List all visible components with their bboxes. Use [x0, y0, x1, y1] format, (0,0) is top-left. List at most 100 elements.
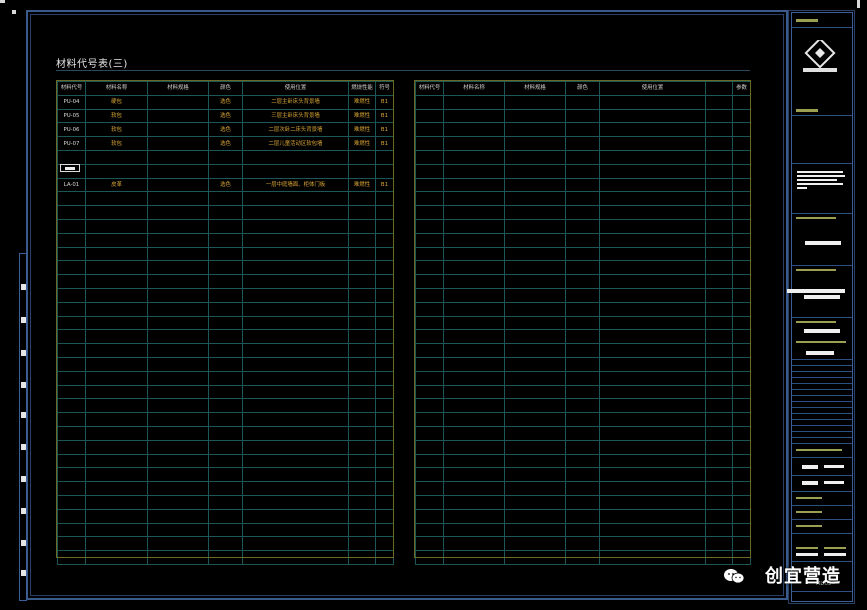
tb-divider	[792, 533, 852, 534]
table-cell: B1	[375, 94, 394, 110]
table-cell	[705, 412, 733, 427]
column-header: 燃烧性能	[348, 81, 376, 96]
table-row	[415, 122, 751, 138]
table-cell	[732, 136, 751, 151]
table-cell	[443, 94, 505, 110]
table-row	[57, 550, 394, 565]
table-cell	[705, 384, 733, 400]
table-row	[415, 356, 751, 372]
table-cell	[85, 384, 148, 400]
column-header: 材料名称	[85, 81, 148, 96]
table-cell	[147, 315, 209, 331]
table-cell	[705, 315, 733, 331]
table-cell	[85, 149, 148, 165]
table-cell	[85, 522, 148, 538]
table-cell	[375, 315, 394, 331]
column-header: 材料代号	[415, 81, 444, 96]
tb-bar	[796, 547, 818, 549]
tb-divider	[792, 265, 852, 266]
table-cell	[732, 398, 751, 414]
table-cell	[242, 260, 349, 276]
table-cell	[415, 191, 444, 207]
tb-divider	[792, 443, 852, 444]
table-cell	[599, 149, 706, 165]
table-cell	[599, 122, 706, 138]
table-cell	[705, 191, 733, 207]
table-cell	[348, 301, 376, 317]
table-cell	[208, 315, 243, 331]
table-cell	[599, 356, 706, 372]
tb-text-block	[824, 553, 846, 556]
table-cell	[85, 329, 148, 345]
table-cell	[57, 301, 86, 317]
column-header: 颜色	[208, 81, 243, 96]
table-cell	[443, 218, 505, 234]
tb-bar	[796, 511, 822, 513]
table-cell	[85, 163, 148, 179]
table-cell	[732, 315, 751, 331]
tb-text-block	[797, 187, 807, 189]
table-cell	[375, 522, 394, 538]
table-cell	[599, 481, 706, 496]
table-row	[57, 439, 394, 455]
tb-divider	[792, 419, 852, 420]
table-row	[57, 260, 394, 276]
table-cell	[415, 343, 444, 358]
table-row	[415, 274, 751, 289]
tb-divider	[792, 457, 852, 458]
table-row	[415, 246, 751, 262]
table-cell	[599, 494, 706, 510]
table-cell	[705, 177, 733, 193]
watermark-text: 创宜营造	[765, 566, 841, 587]
table-cell	[242, 232, 349, 248]
table-cell	[415, 481, 444, 496]
table-cell	[415, 522, 444, 538]
table-cell: 选色	[208, 177, 243, 193]
table-cell	[348, 398, 376, 414]
table-cell	[147, 439, 209, 455]
table-cell: 二层儿童活动区软包墙	[242, 136, 349, 151]
table-row	[57, 398, 394, 414]
table-cell	[705, 246, 733, 262]
table-cell	[375, 550, 394, 565]
table-cell	[85, 191, 148, 207]
table-cell	[242, 301, 349, 317]
table-cell	[415, 453, 444, 469]
table-cell	[57, 425, 86, 441]
table-cell	[147, 536, 209, 552]
table-cell	[348, 481, 376, 496]
table-cell	[705, 301, 733, 317]
tb-bar	[796, 497, 822, 499]
table-cell	[599, 108, 706, 124]
right-material-table: 材料代号 材料名称 材料规格 颜色 使用位置 参数	[415, 81, 751, 565]
table-cell	[242, 425, 349, 441]
table-cell	[599, 522, 706, 538]
table-cell	[57, 494, 86, 510]
table-row	[57, 163, 394, 179]
table-row	[57, 508, 394, 524]
table-cell	[504, 439, 566, 455]
table-row	[57, 412, 394, 427]
table-cell	[732, 177, 751, 193]
table-cell	[415, 329, 444, 345]
tb-bar	[796, 525, 822, 527]
table-cell	[443, 356, 505, 372]
table-cell	[375, 481, 394, 496]
table-cell	[375, 494, 394, 510]
tb-divider	[792, 475, 852, 476]
table-cell	[443, 122, 505, 138]
table-cell	[443, 425, 505, 441]
table-cell	[85, 356, 148, 372]
table-cell	[504, 218, 566, 234]
table-cell	[599, 218, 706, 234]
table-cell	[504, 412, 566, 427]
table-cell	[415, 136, 444, 151]
table-cell	[348, 536, 376, 552]
tb-text-block	[824, 465, 844, 468]
table-cell	[599, 232, 706, 248]
table-cell	[565, 205, 600, 220]
table-row	[57, 356, 394, 372]
table-cell	[348, 550, 376, 565]
selection-box	[60, 164, 80, 172]
table-cell	[208, 149, 243, 165]
